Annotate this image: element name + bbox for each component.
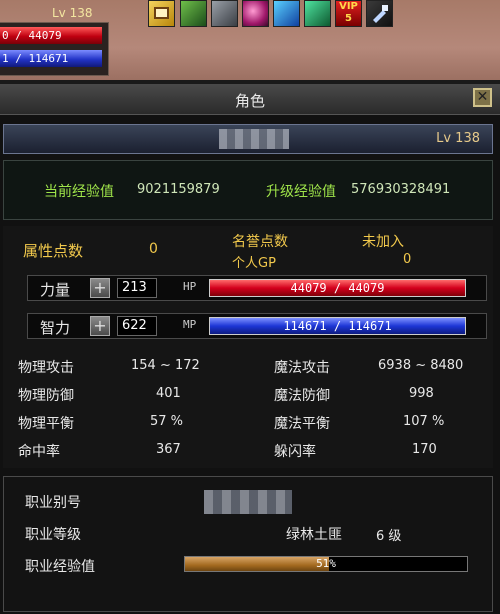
hp-tag: HP — [183, 280, 197, 293]
quest-board-glyph — [154, 7, 169, 19]
intelligence-label: 智力 — [40, 319, 71, 337]
strength-value: 213 — [117, 278, 157, 298]
phys-def-value: 401 — [156, 386, 181, 401]
vip-label: VIP — [339, 1, 358, 12]
skill-icon-4[interactable] — [273, 0, 300, 27]
character-name-blurred — [219, 129, 289, 149]
hud-mp-bar: 1 / 114671 — [0, 50, 102, 67]
mp-tag: MP — [183, 318, 197, 331]
hud-level: Lv 138 — [52, 6, 93, 20]
next-exp-value: 576930328491 — [351, 182, 451, 197]
job-exp-percent: 51% — [316, 557, 336, 570]
hit-rate-label: 命中率 — [18, 444, 60, 460]
phys-atk-label: 物理攻击 — [18, 360, 74, 376]
job-alias-blurred — [204, 490, 292, 514]
personal-gp-value: 0 — [403, 252, 412, 267]
mag-def-value: 998 — [409, 386, 434, 401]
character-window: 角色 ✕ Lv 138 当前经验值 9021159879 升级经验值 57693… — [0, 84, 500, 614]
skill-icon-2[interactable] — [211, 0, 238, 27]
fame-points-label: 名誉点数 — [232, 234, 288, 250]
phys-bal-value: 57 % — [150, 414, 184, 429]
current-exp-label: 当前经验值 — [44, 184, 114, 200]
mag-def-label: 魔法防御 — [274, 388, 330, 404]
mp-bar: 114671 / 114671 — [209, 317, 466, 335]
job-class-level: 6 级 — [376, 529, 402, 544]
job-alias-label: 职业别号 — [25, 495, 81, 511]
quest-board-icon[interactable] — [148, 0, 175, 27]
mag-bal-value: 107 % — [403, 414, 445, 429]
character-name-panel: Lv 138 — [3, 124, 493, 154]
tool-icon[interactable] — [366, 0, 393, 27]
dodge-rate-value: 170 — [412, 442, 437, 457]
hit-rate-value: 367 — [156, 442, 181, 457]
tool-glyph — [373, 5, 388, 23]
job-class-name: 绿林土匪 — [286, 527, 342, 543]
strength-label: 力量 — [40, 281, 71, 299]
stat-points-label: 属性点数 — [23, 242, 84, 260]
character-level: Lv 138 — [436, 131, 480, 146]
phys-bal-label: 物理平衡 — [18, 416, 74, 432]
strength-row: 力量 + 213 HP 44079 / 44079 — [27, 275, 487, 301]
phys-atk-value: 154 ~ 172 — [131, 358, 200, 373]
mag-atk-label: 魔法攻击 — [274, 360, 330, 376]
hud-hp-bar: 0 / 44079 — [0, 27, 102, 44]
mag-bal-label: 魔法平衡 — [274, 416, 330, 432]
hp-bar: 44079 / 44079 — [209, 279, 466, 297]
job-exp-label: 职业经验值 — [25, 559, 95, 575]
next-exp-label: 升级经验值 — [266, 184, 336, 200]
phys-def-label: 物理防御 — [18, 388, 74, 404]
window-title: 角色 — [234, 92, 265, 110]
job-level-label: 职业等级 — [25, 527, 81, 543]
experience-panel: 当前经验值 9021159879 升级经验值 576930328491 — [3, 160, 493, 220]
skill-icon-5[interactable] — [304, 0, 331, 27]
guild-status: 未加入 — [362, 234, 404, 250]
mag-atk-value: 6938 ~ 8480 — [378, 358, 464, 373]
intelligence-row: 智力 + 622 MP 114671 / 114671 — [27, 313, 487, 339]
skill-icon-3[interactable] — [242, 0, 269, 27]
current-exp-value: 9021159879 — [137, 182, 220, 197]
skill-icon-1[interactable] — [180, 0, 207, 27]
job-panel: 职业别号 职业等级 绿林土匪 6 级 职业经验值 51% — [3, 476, 493, 612]
stat-points-value: 0 — [149, 241, 158, 257]
intelligence-plus-button[interactable]: + — [90, 316, 110, 336]
vip-icon[interactable]: VIP 5 — [335, 0, 362, 27]
personal-gp-label: 个人GP — [232, 256, 276, 271]
stats-panel: 属性点数 0 名誉点数 未加入 个人GP 0 力量 + 213 HP 44079… — [3, 226, 493, 468]
strength-plus-button[interactable]: + — [90, 278, 110, 298]
intelligence-value: 622 — [117, 316, 157, 336]
close-button[interactable]: ✕ — [473, 88, 492, 107]
vip-level: 5 — [345, 13, 352, 24]
hud-status-bars: 0 / 44079 1 / 114671 — [0, 22, 109, 76]
dodge-rate-label: 躲闪率 — [274, 444, 316, 460]
window-titlebar[interactable]: 角色 ✕ — [0, 84, 500, 115]
job-exp-bar: 51% — [184, 556, 468, 572]
